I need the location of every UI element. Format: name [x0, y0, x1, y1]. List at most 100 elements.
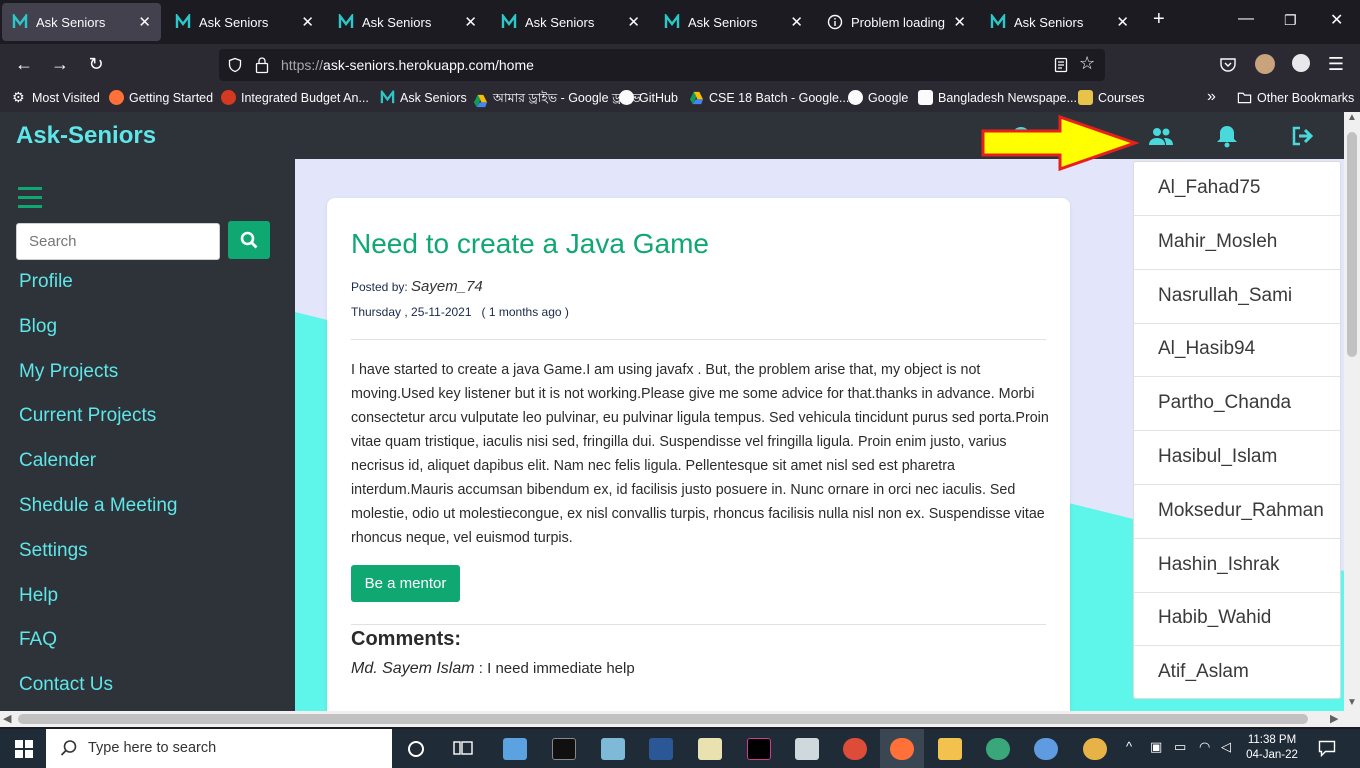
- close-tab-icon[interactable]: ✕: [464, 13, 477, 31]
- chrome-icon[interactable]: [843, 738, 867, 760]
- close-tab-icon[interactable]: ✕: [790, 13, 803, 31]
- scroll-left-icon[interactable]: ◀: [3, 712, 11, 725]
- comment-author[interactable]: Md. Sayem Islam: [351, 660, 475, 677]
- calculator-icon[interactable]: [795, 738, 819, 760]
- forward-arrow-icon[interactable]: →: [48, 53, 72, 75]
- close-tab-icon[interactable]: ✕: [301, 13, 314, 31]
- tab-ask-seniors-6[interactable]: Ask Seniors ✕: [980, 3, 1139, 41]
- back-arrow-icon[interactable]: ←: [12, 53, 36, 75]
- bookmark-bangladesh-newspaper[interactable]: Bangladesh Newspape...: [918, 90, 1077, 105]
- taskbar-clock[interactable]: 11:38 PM 04-Jan-22: [1246, 733, 1298, 763]
- hamburger-menu-icon[interactable]: [18, 187, 42, 209]
- tab-ask-seniors-2[interactable]: Ask Seniors ✕: [165, 3, 324, 41]
- task-view-icon[interactable]: [453, 739, 473, 757]
- more-bookmarks-chevron-icon[interactable]: »: [1207, 88, 1216, 106]
- reload-icon[interactable]: ↻: [84, 53, 108, 75]
- scrollbar-thumb[interactable]: [18, 714, 1308, 724]
- menu-icon[interactable]: ☰: [1324, 53, 1348, 75]
- control-panel-icon[interactable]: [503, 738, 527, 760]
- close-window-icon[interactable]: ✕: [1330, 10, 1343, 30]
- atom-icon[interactable]: [986, 738, 1010, 760]
- word-icon[interactable]: [649, 738, 673, 760]
- scrollbar-thumb[interactable]: [1347, 132, 1357, 357]
- user-list-item[interactable]: Al_Hasib94: [1134, 323, 1340, 377]
- tray-device-icon[interactable]: ▣: [1150, 739, 1162, 755]
- project-icon[interactable]: [698, 738, 722, 760]
- horizontal-scrollbar[interactable]: ◀ ▶: [0, 711, 1344, 727]
- volume-icon[interactable]: ◁: [1221, 739, 1231, 755]
- vertical-scrollbar[interactable]: ▲ ▼: [1344, 112, 1360, 711]
- search-input[interactable]: [16, 223, 220, 260]
- terminal-icon[interactable]: [552, 738, 576, 760]
- bookmark-courses[interactable]: Courses: [1078, 90, 1145, 105]
- file-explorer-icon[interactable]: [938, 738, 962, 760]
- user-list-item[interactable]: Al_Fahad75: [1134, 162, 1340, 216]
- restore-icon[interactable]: ❐: [1284, 12, 1297, 29]
- scroll-up-icon[interactable]: ▲: [1347, 112, 1357, 123]
- lock-icon[interactable]: [255, 56, 269, 74]
- firefox-icon[interactable]: [890, 738, 914, 760]
- bookmark-google[interactable]: Google: [848, 90, 908, 105]
- close-tab-icon[interactable]: ✕: [627, 13, 640, 31]
- windows-start-icon[interactable]: [15, 740, 33, 758]
- sidebar-link-schedule-meeting[interactable]: Shedule a Meeting: [19, 495, 177, 517]
- sidebar-link-my-projects[interactable]: My Projects: [19, 361, 118, 383]
- tab-ask-seniors-1[interactable]: Ask Seniors ✕: [2, 3, 161, 41]
- bookmark-getting-started[interactable]: Getting Started: [109, 90, 213, 105]
- sidebar-link-current-projects[interactable]: Current Projects: [19, 405, 156, 427]
- close-tab-icon[interactable]: ✕: [1116, 13, 1129, 31]
- bookmark-star-icon[interactable]: ☆: [1079, 53, 1095, 74]
- new-tab-button[interactable]: +: [1153, 8, 1165, 31]
- shield-icon[interactable]: [227, 57, 243, 73]
- sidebar-link-calender[interactable]: Calender: [19, 450, 96, 472]
- bookmark-google-drive[interactable]: আমার ড্রাইভ - Google ড্রাইভ: [473, 90, 641, 110]
- sidebar-link-profile[interactable]: Profile: [19, 271, 73, 293]
- bookmark-ask-seniors[interactable]: Ask Seniors: [380, 90, 467, 105]
- sidebar-link-settings[interactable]: Settings: [19, 540, 88, 562]
- battery-icon[interactable]: ▭: [1174, 739, 1186, 755]
- search-button[interactable]: [228, 221, 270, 259]
- post-author[interactable]: Sayem_74: [411, 278, 483, 295]
- wifi-icon[interactable]: ◠: [1199, 739, 1210, 755]
- account-avatar-icon[interactable]: [1255, 54, 1275, 74]
- user-list-item[interactable]: Hashin_Ishrak: [1134, 539, 1340, 593]
- user-list-item[interactable]: Habib_Wahid: [1134, 592, 1340, 646]
- tab-ask-seniors-5[interactable]: Ask Seniors ✕: [654, 3, 813, 41]
- taskbar-search[interactable]: Type here to search: [46, 729, 392, 768]
- bookmark-cse18[interactable]: CSE 18 Batch - Google...: [689, 90, 849, 105]
- user-list-item[interactable]: Partho_Chanda: [1134, 377, 1340, 431]
- brand-logo[interactable]: Ask-Seniors: [16, 122, 156, 150]
- sidebar-link-contact-us[interactable]: Contact Us: [19, 674, 113, 696]
- tab-ask-seniors-3[interactable]: Ask Seniors ✕: [328, 3, 487, 41]
- bookmark-most-visited[interactable]: ⚙ Most Visited: [12, 90, 100, 105]
- url-bar[interactable]: https://ask-seniors.herokuapp.com/home ☆: [219, 49, 1105, 81]
- bookmark-other[interactable]: Other Bookmarks: [1237, 90, 1354, 105]
- sidebar-link-blog[interactable]: Blog: [19, 316, 57, 338]
- user-list-item[interactable]: Mahir_Mosleh: [1134, 216, 1340, 270]
- user-list-item[interactable]: Hasibul_Islam: [1134, 431, 1340, 485]
- paint-icon[interactable]: [1083, 738, 1107, 760]
- be-a-mentor-button[interactable]: Be a mentor: [351, 565, 460, 602]
- tray-chevron-icon[interactable]: ^: [1126, 739, 1132, 754]
- cortana-icon[interactable]: [407, 740, 425, 758]
- users-icon[interactable]: [1148, 124, 1174, 148]
- url-text[interactable]: https://ask-seniors.herokuapp.com/home: [281, 57, 534, 73]
- bookmark-github[interactable]: GitHub: [619, 90, 678, 105]
- close-tab-icon[interactable]: ✕: [953, 13, 966, 31]
- bookmark-integrated-budget[interactable]: Integrated Budget An...: [221, 90, 369, 105]
- scroll-right-icon[interactable]: ▶: [1330, 712, 1338, 725]
- user-list-item[interactable]: Atif_Aslam: [1134, 646, 1340, 700]
- sidebar-link-faq[interactable]: FAQ: [19, 629, 57, 651]
- bell-icon[interactable]: [1214, 124, 1240, 148]
- reader-view-icon[interactable]: [1053, 57, 1069, 73]
- tab-problem-loading[interactable]: Problem loading pa ✕: [817, 3, 976, 41]
- minimize-icon[interactable]: —: [1238, 10, 1254, 28]
- imo-icon[interactable]: [1034, 738, 1058, 760]
- scroll-down-icon[interactable]: ▼: [1347, 697, 1357, 708]
- git-bash-icon[interactable]: [747, 738, 771, 760]
- logout-icon[interactable]: [1290, 124, 1316, 148]
- user-list-item[interactable]: Nasrullah_Sami: [1134, 270, 1340, 324]
- user-list-item[interactable]: Moksedur_Rahman: [1134, 485, 1340, 539]
- pocket-icon[interactable]: [1219, 56, 1237, 74]
- close-tab-icon[interactable]: ✕: [138, 13, 151, 31]
